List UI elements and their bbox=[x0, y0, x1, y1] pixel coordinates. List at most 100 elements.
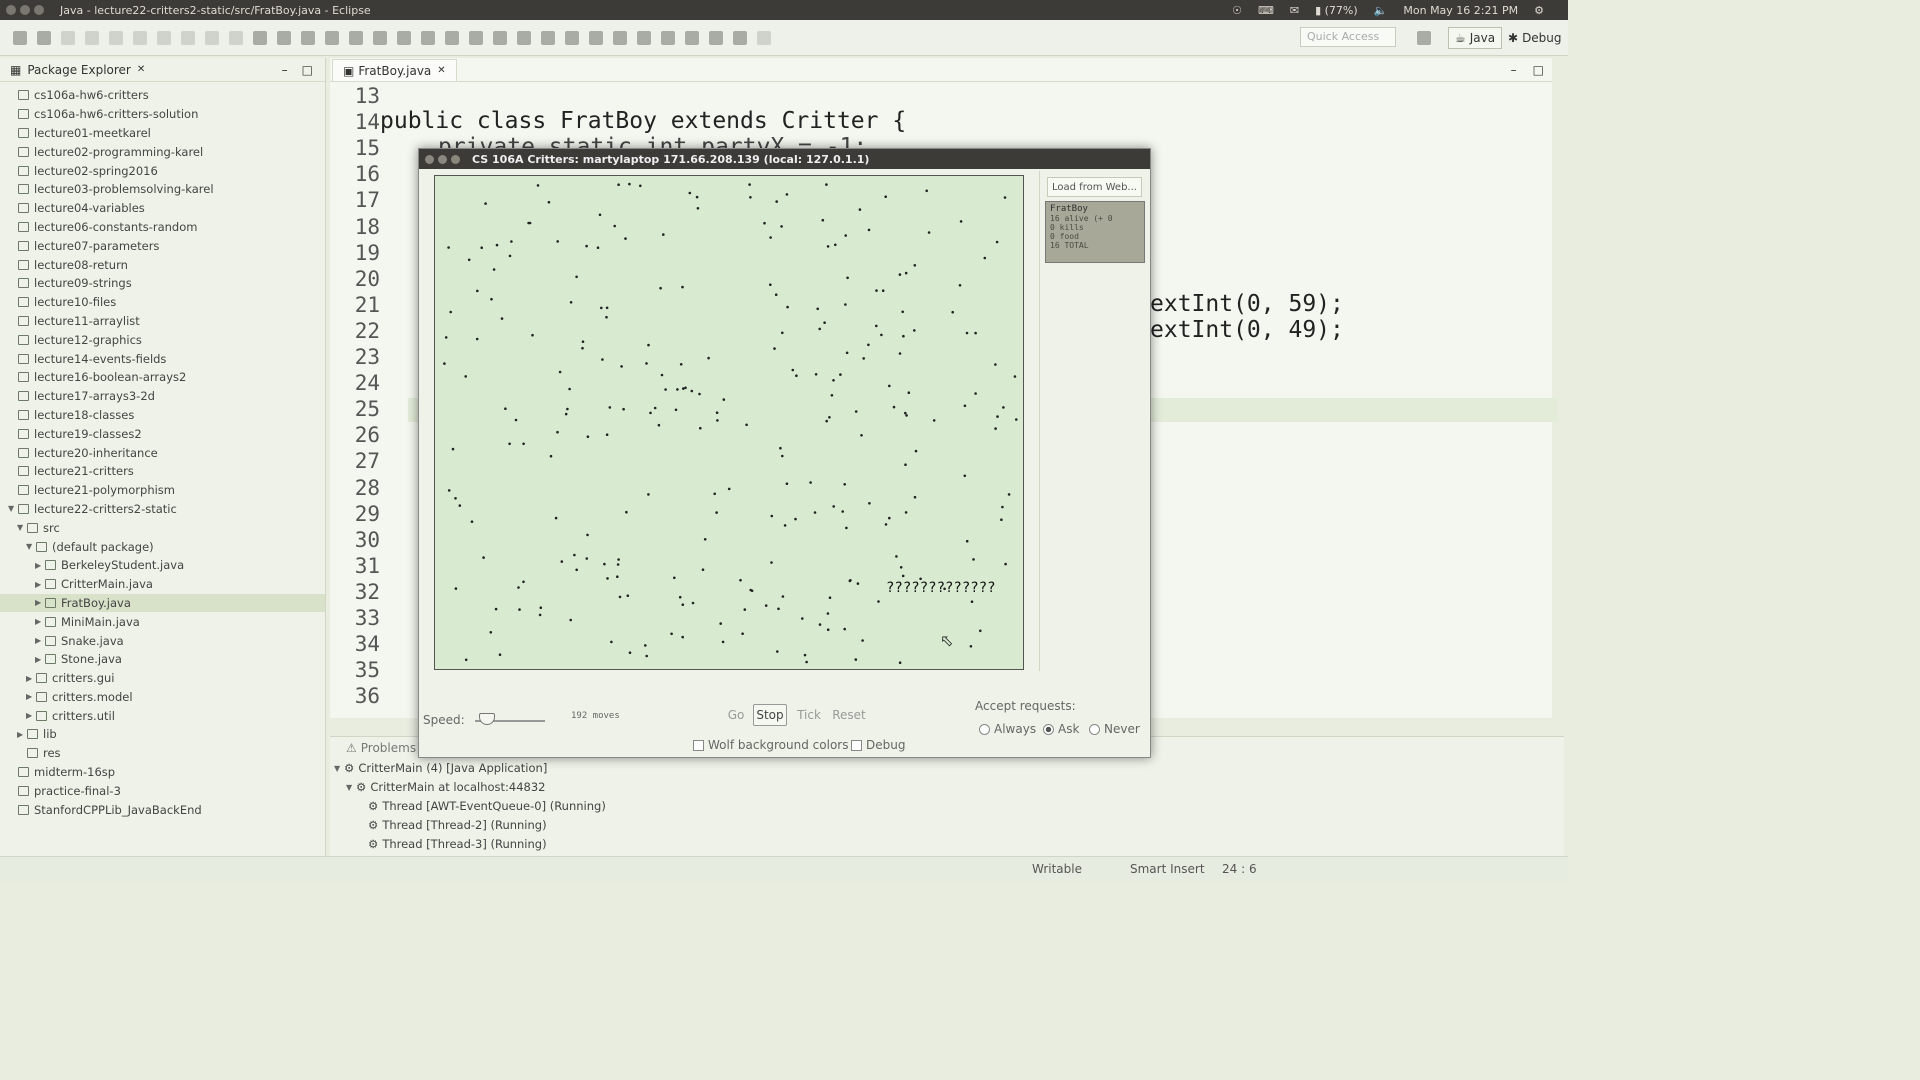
tree-item[interactable]: ▶ FratBoy.java bbox=[0, 593, 325, 613]
redo-icon[interactable] bbox=[205, 30, 219, 45]
critters-maximize-icon[interactable] bbox=[451, 154, 460, 164]
expand-arrow-icon[interactable]: ▶ bbox=[35, 636, 45, 645]
next-annotation-icon[interactable] bbox=[685, 30, 699, 45]
expand-arrow-icon[interactable]: ▶ bbox=[35, 617, 45, 626]
new-package-icon[interactable] bbox=[517, 30, 531, 45]
tree-item[interactable]: cs106a-hw6-critters-solution bbox=[0, 105, 325, 124]
load-from-web-button[interactable]: Load from Web... bbox=[1047, 177, 1142, 197]
speed-slider-thumb[interactable] bbox=[479, 713, 495, 725]
tree-item[interactable]: ▶ critters.model bbox=[0, 688, 325, 707]
tree-item[interactable]: lecture20-inheritance bbox=[0, 443, 325, 462]
quick-access-input[interactable]: Quick Access bbox=[1300, 27, 1396, 47]
terminate-icon[interactable] bbox=[301, 30, 315, 45]
accept-always-option[interactable]: Always bbox=[979, 722, 1036, 736]
new-java-project-icon[interactable] bbox=[493, 30, 507, 45]
tree-item[interactable]: lecture16-boolean-arrays2 bbox=[0, 368, 325, 387]
tree-item[interactable]: lecture01-meetkarel bbox=[0, 124, 325, 143]
tree-item[interactable]: lecture10-files bbox=[0, 293, 325, 312]
minimize-window-icon[interactable] bbox=[20, 5, 30, 15]
tree-item[interactable]: ▼ (default package) bbox=[0, 537, 325, 556]
tree-item[interactable]: lecture03-problemsolving-karel bbox=[0, 180, 325, 199]
maximize-editor-icon[interactable]: □ bbox=[1533, 63, 1544, 77]
previous-annotation-icon[interactable] bbox=[709, 30, 723, 45]
save-icon[interactable] bbox=[37, 30, 51, 45]
step-over-icon[interactable] bbox=[373, 30, 387, 45]
tree-item[interactable]: ▶ critters.gui bbox=[0, 669, 325, 688]
network-icon[interactable]: ☉ bbox=[1232, 4, 1242, 17]
expand-arrow-icon[interactable]: ▶ bbox=[26, 674, 36, 683]
copy-icon[interactable] bbox=[133, 30, 147, 45]
suspend-icon[interactable] bbox=[277, 30, 291, 45]
run-icon[interactable] bbox=[445, 30, 459, 45]
open-perspective-icon[interactable] bbox=[1417, 31, 1431, 45]
code-line-22[interactable]: extInt(0, 49); bbox=[1150, 317, 1344, 343]
tree-item[interactable]: lecture06-constants-random bbox=[0, 218, 325, 237]
speed-slider[interactable] bbox=[475, 711, 545, 731]
tree-item[interactable]: lecture07-parameters bbox=[0, 236, 325, 255]
expand-arrow-icon[interactable]: ▶ bbox=[35, 561, 45, 570]
expand-arrow-icon[interactable]: ▶ bbox=[35, 655, 45, 664]
keyboard-icon[interactable]: ⌨ bbox=[1258, 4, 1274, 17]
tree-item[interactable]: lecture09-strings bbox=[0, 274, 325, 293]
close-window-icon[interactable] bbox=[6, 5, 16, 15]
reset-button[interactable]: Reset bbox=[829, 704, 869, 726]
debug-checkbox[interactable] bbox=[851, 740, 862, 751]
editor-tab-fratboy[interactable]: ▣ FratBoy.java ✕ bbox=[332, 59, 457, 81]
new-class-icon[interactable] bbox=[541, 30, 555, 45]
wolf-background-checkbox[interactable] bbox=[693, 740, 704, 751]
tree-item[interactable]: lecture11-arraylist bbox=[0, 312, 325, 331]
tree-item[interactable]: ▶ CritterMain.java bbox=[0, 575, 325, 594]
problems-tab[interactable]: Problems bbox=[361, 741, 416, 755]
stop-button[interactable]: Stop bbox=[753, 704, 787, 726]
expand-arrow-icon[interactable]: ▶ bbox=[17, 730, 27, 739]
accept-never-option[interactable]: Never bbox=[1089, 722, 1140, 736]
tree-item[interactable]: ▶ BerkeleyStudent.java bbox=[0, 556, 325, 575]
expand-arrow-icon[interactable]: ▶ bbox=[26, 711, 36, 720]
step-return-icon[interactable] bbox=[397, 30, 411, 45]
expand-arrow-icon[interactable]: ▼ bbox=[8, 504, 18, 513]
critters-minimize-icon[interactable] bbox=[438, 154, 447, 164]
close-tab-icon[interactable]: ✕ bbox=[437, 65, 445, 76]
accept-never-radio[interactable] bbox=[1089, 724, 1100, 735]
new-file-icon[interactable] bbox=[13, 30, 27, 45]
toggle-mark-occurrences-icon[interactable] bbox=[613, 30, 627, 45]
battery-indicator[interactable]: ▮ (77%) bbox=[1315, 4, 1358, 17]
debug-tree-item[interactable]: ⚙ Thread [Thread-3] (Running) bbox=[330, 834, 1564, 853]
disconnect-icon[interactable] bbox=[325, 30, 339, 45]
tree-item[interactable]: lecture21-critters bbox=[0, 462, 325, 481]
debug-tree-item[interactable]: ▼ ⚙ CritterMain at localhost:44832 bbox=[330, 778, 1564, 797]
print-icon[interactable] bbox=[85, 30, 99, 45]
tree-item[interactable]: ▼ src bbox=[0, 518, 325, 537]
maximize-view-icon[interactable]: □ bbox=[302, 63, 313, 77]
tree-item[interactable]: ▶ lib bbox=[0, 725, 325, 744]
accept-always-radio[interactable] bbox=[979, 724, 990, 735]
tree-item[interactable]: ▶ MiniMain.java bbox=[0, 612, 325, 631]
toggle-block-selection-icon[interactable] bbox=[637, 30, 651, 45]
minimize-view-icon[interactable]: – bbox=[282, 63, 288, 77]
cut-icon[interactable] bbox=[109, 30, 123, 45]
tree-item[interactable]: res bbox=[0, 744, 325, 763]
debug-tree-item[interactable]: ⚙ Thread [AWT-EventQueue-0] (Running) bbox=[330, 797, 1564, 816]
tree-item[interactable]: ▶ critters.util bbox=[0, 706, 325, 725]
expand-arrow-icon[interactable]: ▶ bbox=[35, 580, 45, 589]
accept-ask-option[interactable]: Ask bbox=[1043, 722, 1079, 736]
close-view-icon[interactable]: ✕ bbox=[137, 64, 145, 75]
expand-arrow-icon[interactable]: ▼ bbox=[346, 783, 356, 792]
minimize-editor-icon[interactable]: – bbox=[1511, 63, 1517, 77]
debug-run-icon[interactable] bbox=[421, 30, 435, 45]
tree-item[interactable]: lecture18-classes bbox=[0, 406, 325, 425]
open-type-icon[interactable] bbox=[565, 30, 579, 45]
tree-item[interactable]: lecture02-spring2016 bbox=[0, 161, 325, 180]
tree-item[interactable]: cs106a-hw6-critters bbox=[0, 86, 325, 105]
volume-icon[interactable]: 🔈 bbox=[1374, 4, 1388, 17]
clock[interactable]: Mon May 16 2:21 PM bbox=[1403, 4, 1518, 17]
tick-button[interactable]: Tick bbox=[793, 704, 825, 726]
tree-item[interactable]: lecture08-return bbox=[0, 255, 325, 274]
tree-item[interactable]: lecture21-polymorphism bbox=[0, 481, 325, 500]
tree-item[interactable]: lecture19-classes2 bbox=[0, 424, 325, 443]
settings-gear-icon[interactable]: ⚙ bbox=[1534, 4, 1544, 17]
search-icon[interactable] bbox=[589, 30, 603, 45]
critter-world[interactable]: ????????????? ⬁ bbox=[434, 175, 1024, 670]
mail-icon[interactable]: ✉ bbox=[1290, 4, 1299, 17]
forward-icon[interactable] bbox=[757, 30, 771, 45]
